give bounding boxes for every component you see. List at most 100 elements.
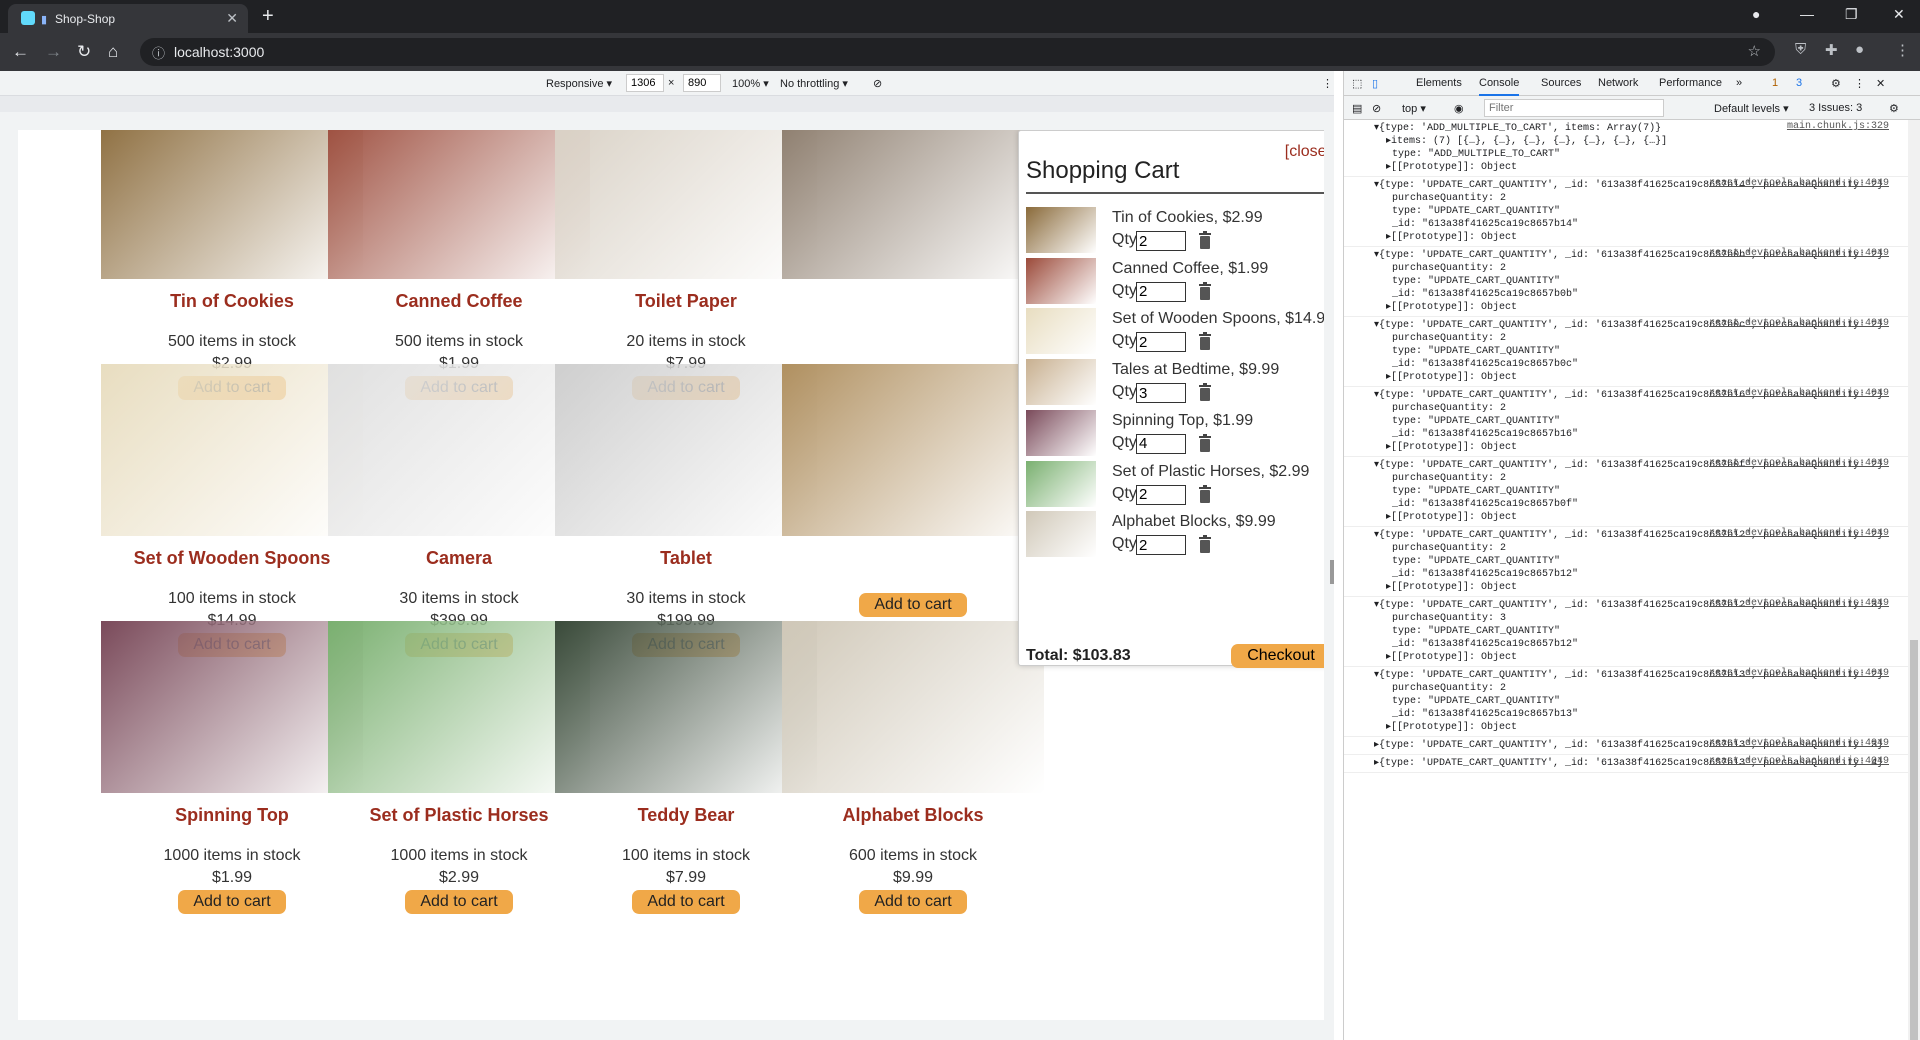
inspect-icon[interactable]: ⬚ (1352, 77, 1362, 90)
qty-input[interactable] (1136, 433, 1186, 454)
product-name[interactable]: Alphabet Blocks (782, 805, 1044, 829)
profile-menu-icon[interactable]: ● (1752, 6, 1760, 22)
back-icon[interactable]: ← (12, 42, 29, 62)
console-filter-input[interactable] (1484, 99, 1664, 117)
product-image[interactable] (328, 130, 590, 279)
viewport-height-input[interactable] (683, 74, 721, 92)
tab-performance[interactable]: Performance (1659, 77, 1722, 89)
product-name[interactable]: Canned Coffee (328, 291, 590, 315)
console-source-link[interactable]: react_devtools_backend.js:4049 (1709, 528, 1889, 539)
console-message[interactable]: react_devtools_backend.js:4049 ▾{type: 'U… (1344, 457, 1909, 527)
product-image[interactable] (782, 621, 1044, 793)
qty-input[interactable] (1136, 484, 1186, 505)
add-to-cart-button[interactable]: Add to cart (859, 593, 967, 617)
product-name[interactable]: Teddy Bear (555, 805, 817, 829)
console-source-link[interactable]: react_devtools_backend.js:4049 (1709, 388, 1889, 399)
console-source-link[interactable]: react_devtools_backend.js:4049 (1709, 178, 1889, 189)
console-source-link[interactable]: react_devtools_backend.js:4049 (1709, 598, 1889, 609)
console-source-link[interactable]: react_devtools_backend.js:4049 (1709, 668, 1889, 679)
product-name[interactable]: Spinning Top (101, 805, 363, 829)
settings-gear-icon[interactable]: ⚙ (1831, 77, 1841, 90)
responsive-select[interactable]: Responsive ▾ (546, 77, 612, 90)
warning-count[interactable]: 1 (1772, 77, 1778, 89)
trash-icon[interactable] (1198, 535, 1212, 554)
product-image[interactable] (555, 621, 817, 793)
console-message[interactable]: react_devtools_backend.js:4049 ▾{type: 'U… (1344, 247, 1909, 317)
menu-kebab-icon[interactable]: ⋮ (1895, 41, 1910, 59)
zoom-select[interactable]: 100% ▾ (732, 77, 769, 90)
product-image[interactable] (328, 364, 590, 536)
product-image[interactable] (328, 621, 590, 793)
viewport-resize-handle[interactable] (1330, 560, 1334, 584)
clear-console-icon[interactable]: ⊘ (1372, 102, 1381, 115)
add-to-cart-button[interactable]: Add to cart (632, 890, 740, 914)
product-image[interactable] (555, 364, 817, 536)
product-name[interactable]: Tin of Cookies (101, 291, 363, 315)
console-source-link[interactable]: main.chunk.js:329 (1787, 121, 1889, 132)
product-image[interactable] (782, 364, 1044, 536)
close-devtools-icon[interactable]: ✕ (1876, 77, 1885, 90)
console-scrollbar[interactable] (1908, 120, 1920, 1040)
product-name[interactable]: Set of Plastic Horses (328, 805, 590, 829)
eye-icon[interactable]: ◉ (1454, 102, 1464, 115)
restore-icon[interactable]: ❐ (1845, 6, 1858, 23)
console-source-link[interactable]: react_devtools_backend.js:4049 (1709, 756, 1889, 767)
console-source-link[interactable]: react_devtools_backend.js:4049 (1709, 738, 1889, 749)
console-message[interactable]: react_devtools_backend.js:4049 ▾{type: 'U… (1344, 177, 1909, 247)
product-name[interactable]: Toilet Paper (555, 291, 817, 315)
bookmark-star-icon[interactable]: ☆ (1748, 42, 1761, 60)
new-tab-icon[interactable]: + (262, 5, 274, 28)
product-image[interactable] (101, 130, 363, 279)
product-name[interactable] (782, 548, 1044, 572)
console-message[interactable]: react_devtools_backend.js:4049 ▸{type: 'U… (1344, 755, 1909, 773)
add-to-cart-button[interactable]: Add to cart (405, 890, 513, 914)
extensions-puzzle-icon[interactable]: ✚ (1825, 41, 1838, 59)
trash-icon[interactable] (1198, 433, 1212, 452)
product-name[interactable]: Tablet (555, 548, 817, 572)
device-toggle-icon[interactable]: ▯ (1372, 77, 1378, 90)
home-icon[interactable]: ⌂ (108, 42, 118, 62)
avatar[interactable]: ● (1855, 41, 1864, 58)
product-name[interactable]: Camera (328, 548, 590, 572)
browser-tab[interactable]: ▮ Shop-Shop ✕ (8, 4, 248, 33)
console-message[interactable]: react_devtools_backend.js:4049 ▾{type: 'U… (1344, 387, 1909, 457)
log-levels-select[interactable]: Default levels ▾ (1714, 102, 1789, 115)
tab-elements[interactable]: Elements (1416, 77, 1462, 89)
issues-badge[interactable]: 3 Issues: 3 (1809, 102, 1862, 114)
minimize-icon[interactable]: — (1800, 6, 1814, 22)
scrollbar-thumb[interactable] (1910, 640, 1918, 1040)
throttle-select[interactable]: No throttling ▾ (780, 77, 848, 90)
more-tabs-icon[interactable]: » (1736, 77, 1742, 89)
rotate-icon[interactable]: ⊘ (873, 77, 882, 90)
qty-input[interactable] (1136, 383, 1186, 404)
devtools-menu-icon[interactable]: ⋮ (1854, 77, 1865, 90)
console-source-link[interactable]: react_devtools_backend.js:4049 (1709, 318, 1889, 329)
message-count[interactable]: 3 (1796, 77, 1802, 89)
add-to-cart-button[interactable]: Add to cart (859, 890, 967, 914)
console-message[interactable]: react_devtools_backend.js:4049 ▸{type: 'U… (1344, 737, 1909, 755)
trash-icon[interactable] (1198, 231, 1212, 249)
sidebar-toggle-icon[interactable]: ▤ (1352, 102, 1362, 115)
context-select[interactable]: top ▾ (1402, 102, 1426, 115)
reload-icon[interactable]: ↻ (77, 42, 91, 62)
qty-input[interactable] (1136, 332, 1186, 353)
checkout-button[interactable]: Checkout (1231, 644, 1324, 668)
console-message[interactable]: react_devtools_backend.js:4049 ▾{type: 'U… (1344, 597, 1909, 667)
product-image[interactable] (782, 130, 1044, 279)
qty-input[interactable] (1136, 535, 1186, 556)
close-tab-icon[interactable]: ✕ (226, 10, 238, 27)
tab-console[interactable]: Console (1479, 77, 1520, 96)
close-window-icon[interactable]: ✕ (1893, 6, 1905, 23)
console-message[interactable]: main.chunk.js:329 ▾{type: 'ADD_MULTIPLE_T… (1344, 120, 1909, 177)
trash-icon[interactable] (1198, 281, 1212, 300)
tab-sources[interactable]: Sources (1541, 77, 1581, 89)
cart-close-link[interactable]: [close] (1285, 143, 1324, 161)
trash-icon[interactable] (1198, 332, 1212, 351)
product-name[interactable] (782, 291, 1044, 315)
qty-input[interactable] (1136, 281, 1186, 302)
trash-icon[interactable] (1198, 383, 1212, 402)
qty-input[interactable] (1136, 231, 1186, 251)
console-source-link[interactable]: react_devtools_backend.js:4049 (1709, 248, 1889, 259)
trash-icon[interactable] (1198, 484, 1212, 503)
address-bar[interactable]: ⓘ localhost:3000 ☆ (140, 38, 1775, 66)
